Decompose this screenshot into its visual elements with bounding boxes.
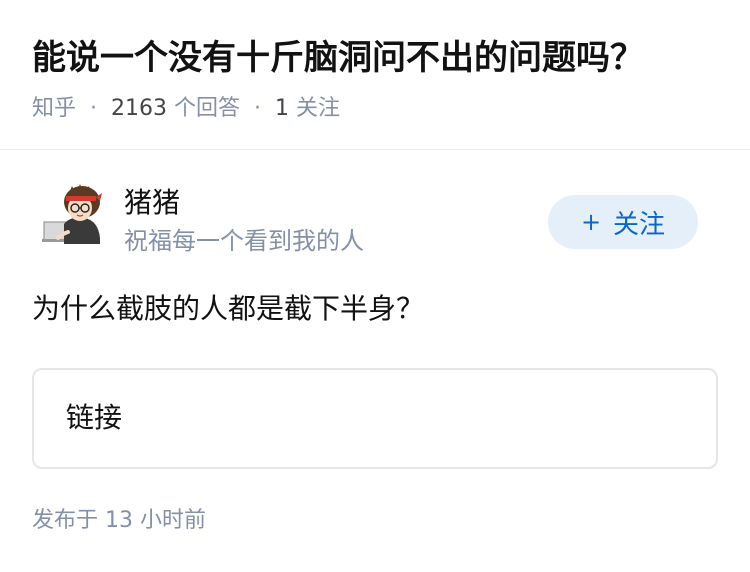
question-header: 能说一个没有十斤脑洞问不出的问题吗？ 知乎 · 2163 个回答 · 1 关注 bbox=[0, 0, 750, 150]
follower-count-label: 关注 bbox=[296, 96, 341, 121]
plus-icon: + bbox=[580, 208, 602, 236]
link-card-label: 链接 bbox=[66, 401, 123, 434]
author-bio: 祝福每一个看到我的人 bbox=[124, 227, 364, 255]
publish-amount: 13 bbox=[105, 508, 134, 533]
publish-time: 发布于 13 小时前 bbox=[32, 504, 206, 538]
cartoon-avatar-icon[interactable] bbox=[40, 182, 104, 250]
answer-text: 为什么截肢的人都是截下半身？ bbox=[32, 292, 425, 325]
publish-unit: 小时前 bbox=[140, 508, 207, 533]
follower-count: 1 bbox=[275, 96, 290, 121]
author-name[interactable]: 猪猪 bbox=[124, 184, 180, 222]
question-title[interactable]: 能说一个没有十斤脑洞问不出的问题吗？ bbox=[32, 34, 644, 82]
separator-dot: · bbox=[254, 96, 262, 121]
publish-prefix: 发布于 bbox=[32, 508, 99, 533]
follow-button-label: 关注 bbox=[613, 209, 666, 240]
separator-dot: · bbox=[90, 96, 98, 121]
question-meta: 知乎 · 2163 个回答 · 1 关注 bbox=[32, 92, 340, 126]
answer-count-label: 个回答 bbox=[174, 96, 241, 121]
link-card[interactable]: 链接 bbox=[32, 368, 718, 469]
source-label[interactable]: 知乎 bbox=[32, 96, 76, 121]
follow-button[interactable]: + 关注 bbox=[548, 195, 698, 249]
author-row: 猪猪 祝福每一个看到我的人 + 关注 bbox=[32, 180, 718, 260]
answer-count: 2163 bbox=[111, 96, 168, 121]
